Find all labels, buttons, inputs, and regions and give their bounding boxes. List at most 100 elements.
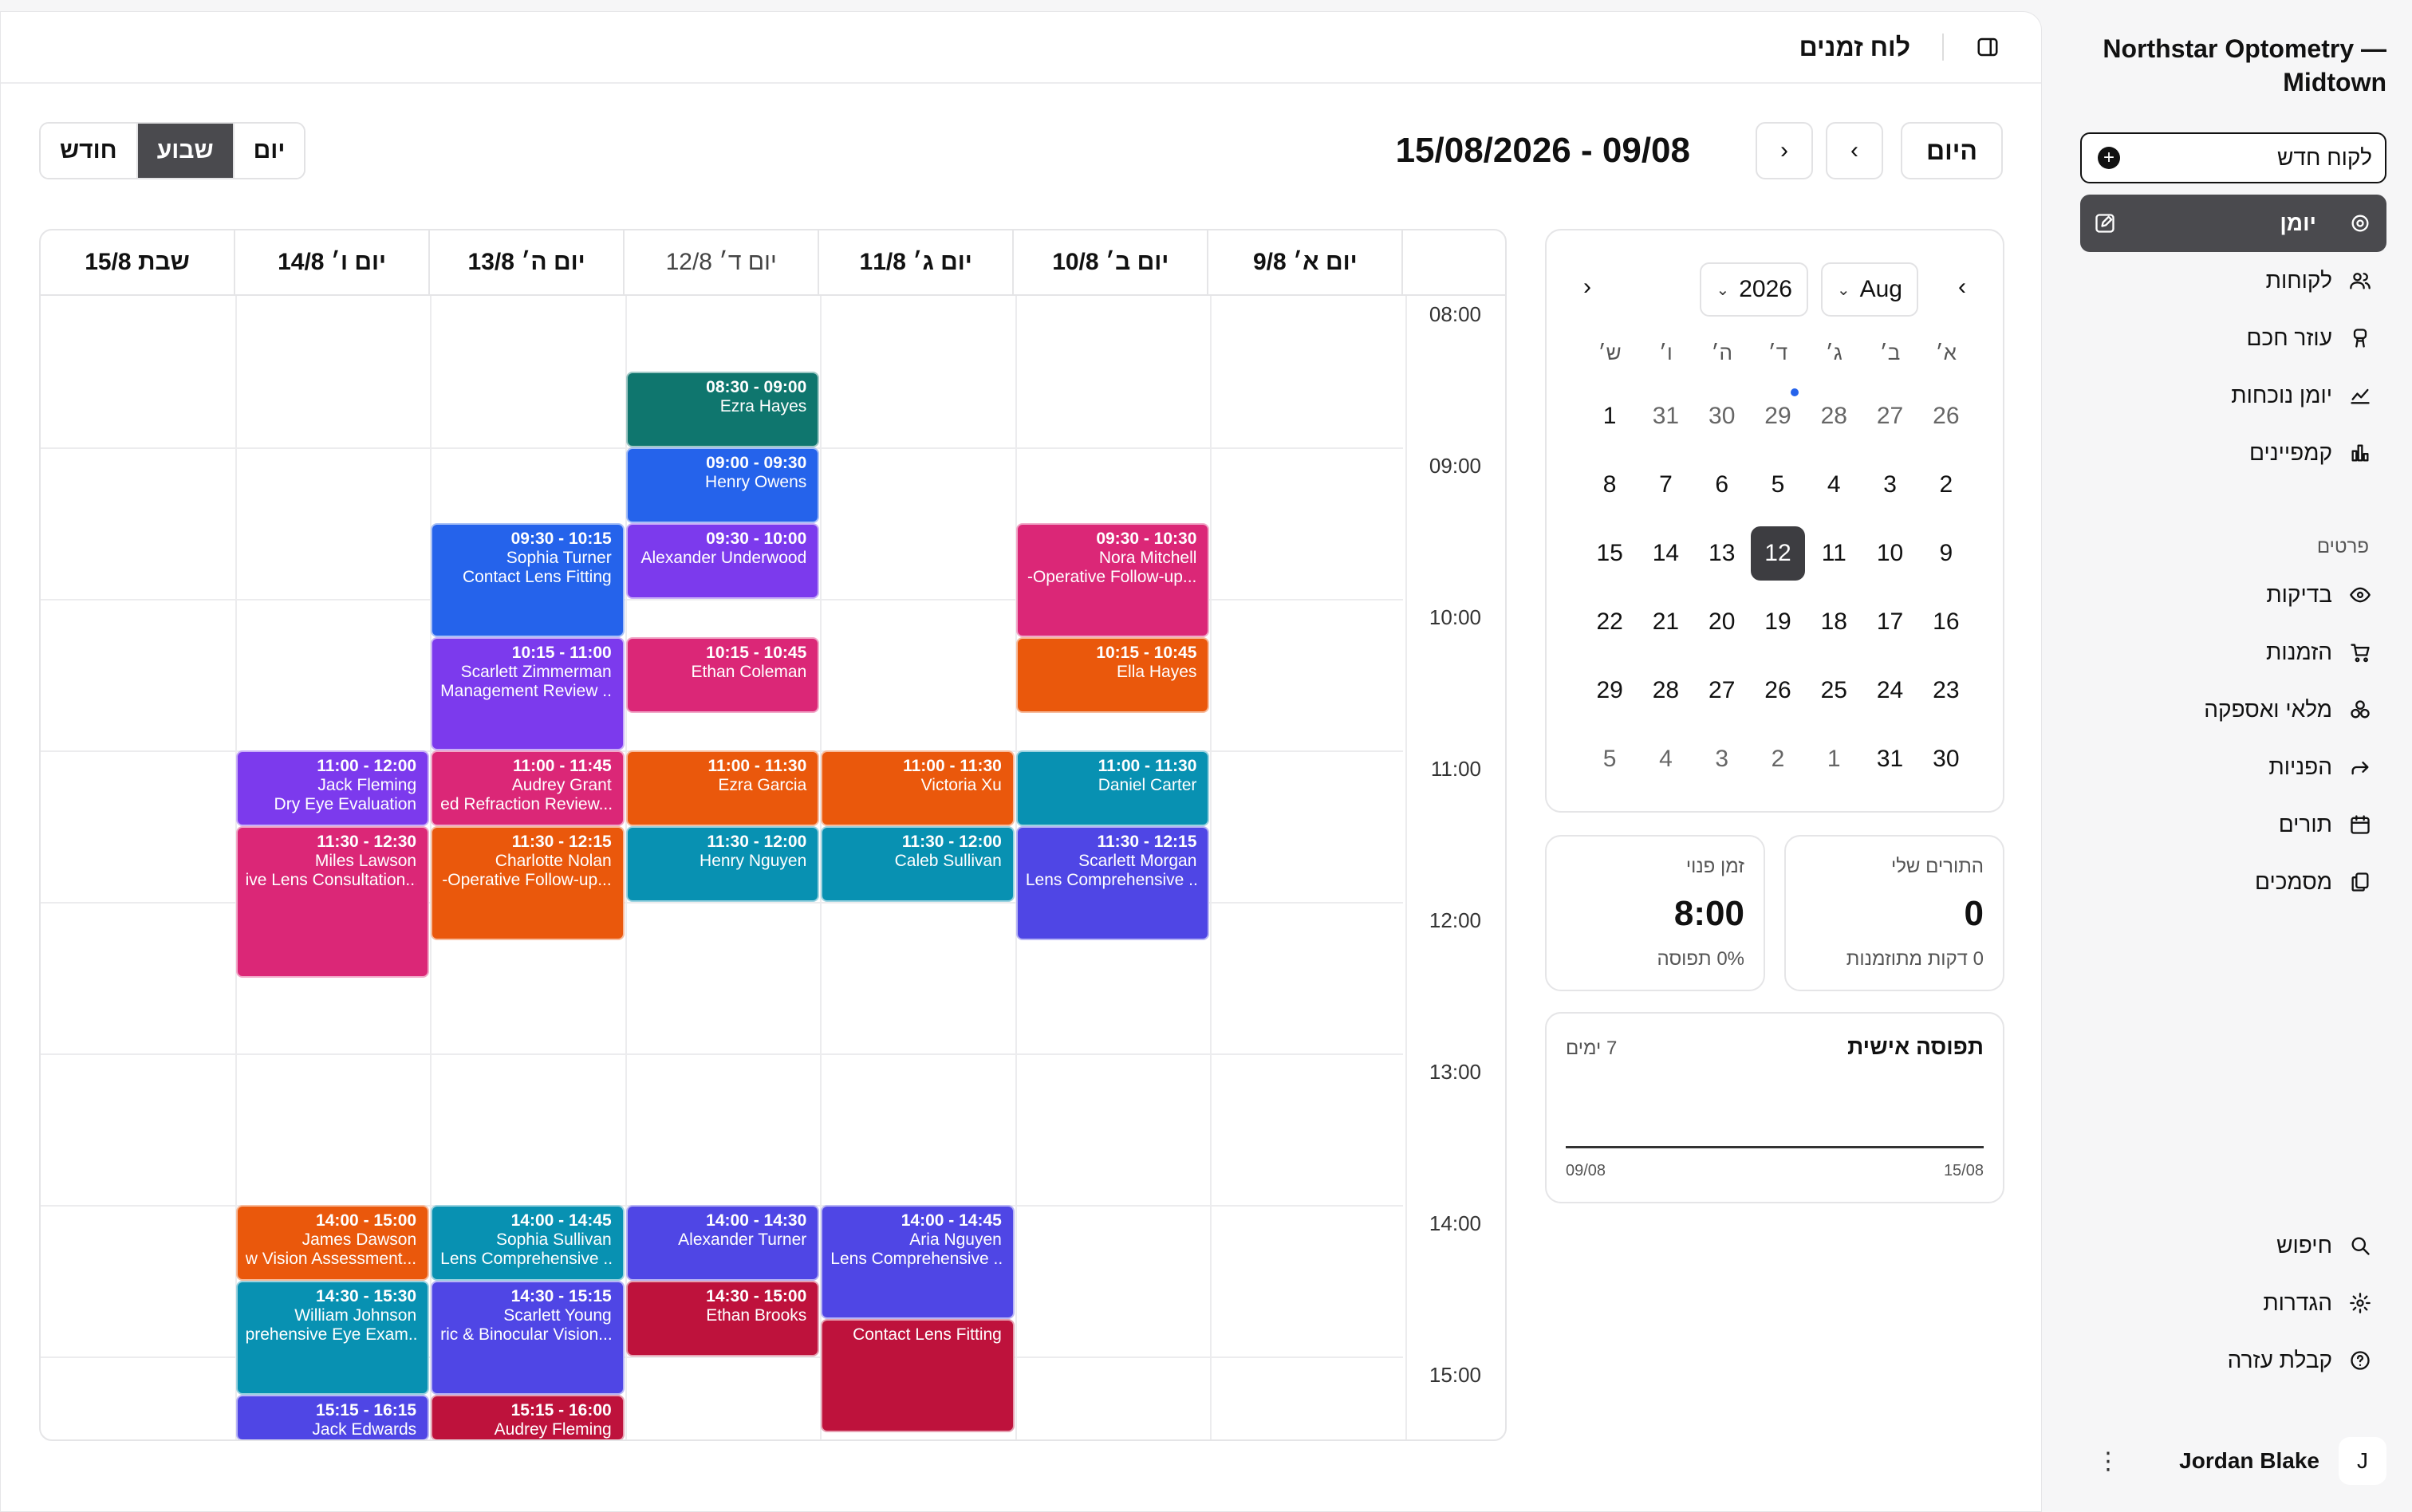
sidebar-item-eye[interactable]: בדיקות	[2080, 566, 2386, 624]
mini-calendar-day[interactable]: 20	[1694, 588, 1750, 656]
appointment-block[interactable]: 14:30 - 15:00 Ethan Brooks	[625, 1281, 820, 1356]
appointment-block[interactable]: 10:15 - 10:45 Ella Hayes	[1015, 636, 1210, 713]
mini-calendar-day[interactable]: 29	[1750, 382, 1806, 451]
appointment-block[interactable]: 14:00 - 15:00 James Dawson w Vision Assess…	[235, 1205, 430, 1281]
view-month-button[interactable]: חודש	[41, 124, 138, 178]
mini-calendar-day[interactable]: 1	[1806, 725, 1862, 793]
mini-calendar-day[interactable]: 17	[1862, 588, 1917, 656]
prev-week-button[interactable]: ‹	[1756, 122, 1813, 179]
mini-calendar-day[interactable]: 24	[1862, 656, 1917, 725]
sidebar-item-users[interactable]: לקוחות	[2080, 252, 2386, 309]
day-header[interactable]: יום א׳ 9/8	[1208, 230, 1404, 294]
mini-calendar-day[interactable]: 29	[1582, 656, 1638, 725]
appointment-block[interactable]: 09:30 - 10:00 Alexander Underwood	[625, 523, 820, 599]
appointment-block[interactable]: 08:30 - 09:00 Ezra Hayes	[625, 372, 820, 447]
next-week-button[interactable]: ›	[1826, 122, 1883, 179]
mini-calendar-day[interactable]: 3	[1694, 725, 1750, 793]
mini-calendar-day[interactable]: 4	[1806, 451, 1862, 519]
mini-prev-month-icon[interactable]: ‹	[1583, 274, 1591, 301]
day-header[interactable]: יום ג׳ 11/8	[819, 230, 1015, 294]
mini-calendar-day[interactable]: 27	[1694, 656, 1750, 725]
mini-calendar-day[interactable]: 15	[1582, 519, 1638, 588]
appointment-block[interactable]: 09:00 - 09:30 Henry Owens	[625, 447, 820, 523]
sidebar-item-edit[interactable]: יומן	[2080, 195, 2386, 252]
sidebar-item-documents[interactable]: מסמכים	[2080, 853, 2386, 911]
mini-next-month-icon[interactable]: ›	[1958, 274, 1966, 301]
mini-calendar-day[interactable]: 31	[1638, 382, 1693, 451]
mini-calendar-day[interactable]: 14	[1638, 519, 1693, 588]
appointment-block[interactable]: 11:00 - 11:30 Daniel Carter	[1015, 750, 1210, 826]
mini-calendar-day[interactable]: 21	[1638, 588, 1693, 656]
mini-calendar-day-selected[interactable]: 12	[1750, 519, 1806, 588]
sidebar-item-robot[interactable]: עוזר חכם	[2080, 309, 2386, 367]
mini-calendar-day[interactable]: 5	[1582, 725, 1638, 793]
appointment-block[interactable]: 10:15 - 10:45 Ethan Coleman	[625, 636, 820, 713]
mini-calendar-day[interactable]: 27	[1862, 382, 1917, 451]
appointment-block[interactable]: 14:00 - 14:30 Alexander Turner	[625, 1205, 820, 1281]
mini-calendar-day[interactable]: 7	[1638, 451, 1693, 519]
appointment-block[interactable]: 14:00 - 14:45 Sophia Sullivan Lens Compreh…	[431, 1205, 625, 1281]
appointment-block[interactable]: 15:15 - 16:00 Audrey Fleming	[431, 1394, 625, 1439]
day-header[interactable]: יום ה׳ 13/8	[430, 230, 625, 294]
appointment-block[interactable]: 10:15 - 11:00 Scarlett Zimmerman Managemen…	[431, 636, 625, 750]
sidebar-item-forward[interactable]: הפניות	[2080, 738, 2386, 796]
mini-calendar-day[interactable]: 3	[1862, 451, 1917, 519]
mini-calendar-day[interactable]: 6	[1694, 451, 1750, 519]
sidebar-item-search[interactable]: חיפוש	[2080, 1217, 2386, 1274]
mini-calendar-day[interactable]: 30	[1918, 725, 1974, 793]
view-week-button[interactable]: שבוע	[137, 124, 235, 178]
mini-calendar-day[interactable]: 25	[1806, 656, 1862, 725]
month-select[interactable]: ⌄ Aug	[1820, 262, 1918, 317]
day-header[interactable]: יום ו׳ 14/8	[235, 230, 431, 294]
appointment-block[interactable]: 15:15 - 16:15 Jack Edwards	[235, 1394, 430, 1439]
appointment-block[interactable]: 11:30 - 12:15 Scarlett Morgan Lens Compreh…	[1015, 826, 1210, 940]
mini-calendar-day[interactable]: 1	[1582, 382, 1638, 451]
user-menu[interactable]: J Jordan Blake ⋮	[2080, 1432, 2386, 1490]
mini-calendar-day[interactable]: 23	[1918, 656, 1974, 725]
appointment-block[interactable]: Contact Lens Fitting	[821, 1318, 1015, 1432]
sidebar-item-cart[interactable]: הזמנות	[2080, 624, 2386, 681]
mini-calendar-day[interactable]: 13	[1694, 519, 1750, 588]
day-header[interactable]: יום ד׳ 12/8	[625, 230, 820, 294]
mini-calendar-day[interactable]: 9	[1918, 519, 1974, 588]
day-header[interactable]: יום ב׳ 10/8	[1014, 230, 1209, 294]
mini-calendar-day[interactable]: 28	[1806, 382, 1862, 451]
mini-calendar-day[interactable]: 16	[1918, 588, 1974, 656]
appointment-block[interactable]: 14:30 - 15:15 Scarlett Young ric & Binocul…	[431, 1281, 625, 1395]
appointment-block[interactable]: 11:30 - 12:00 Henry Nguyen	[625, 826, 820, 902]
mini-calendar-day[interactable]: 4	[1638, 725, 1693, 793]
sidebar-item-chart-line[interactable]: יומן נוכחות	[2080, 367, 2386, 424]
today-button[interactable]: היום	[1901, 122, 2003, 179]
mini-calendar-day[interactable]: 8	[1582, 451, 1638, 519]
mini-calendar-day[interactable]: 2	[1750, 725, 1806, 793]
mini-calendar-day[interactable]: 28	[1638, 656, 1693, 725]
appointment-block[interactable]: 11:00 - 11:45 Audrey Grant ed Refraction R…	[431, 750, 625, 826]
appointment-block[interactable]: 11:00 - 12:00 Jack Fleming Dry Eye Evaluat…	[235, 750, 430, 826]
mini-calendar-day[interactable]: 26	[1918, 382, 1974, 451]
sidebar-item-gear[interactable]: הגדרות	[2080, 1274, 2386, 1332]
sidebar-item-calendar[interactable]: תורים	[2080, 796, 2386, 853]
mini-calendar-day[interactable]: 22	[1582, 588, 1638, 656]
mini-calendar-day[interactable]: 2	[1918, 451, 1974, 519]
appointment-block[interactable]: 09:30 - 10:15 Sophia Turner Contact Lens F…	[431, 523, 625, 637]
appointment-block[interactable]: 11:30 - 12:15 Charlotte Nolan -Operative F…	[431, 826, 625, 940]
appointment-block[interactable]: 11:30 - 12:30 Miles Lawson ive Lens Consul…	[235, 826, 430, 978]
appointment-block[interactable]: 14:30 - 15:30 William Johnson prehensive E…	[235, 1281, 430, 1395]
mini-calendar-day[interactable]: 5	[1750, 451, 1806, 519]
mini-calendar-day[interactable]: 10	[1862, 519, 1917, 588]
year-select[interactable]: ⌄ 2026	[1700, 262, 1808, 317]
sidebar-item-boxes[interactable]: מלאי ואספקה	[2080, 681, 2386, 738]
mini-calendar-day[interactable]: 18	[1806, 588, 1862, 656]
appointment-block[interactable]: 11:00 - 11:30 Ezra Garcia	[625, 750, 820, 826]
mini-calendar-day[interactable]: 19	[1750, 588, 1806, 656]
day-header[interactable]: שבת 15/8	[41, 230, 236, 294]
more-vertical-icon[interactable]: ⋮	[2080, 1447, 2120, 1475]
appointment-block[interactable]: 09:30 - 10:30 Nora Mitchell -Operative Fol…	[1015, 523, 1210, 637]
mini-calendar-day[interactable]: 26	[1750, 656, 1806, 725]
sidebar-item-bar-chart[interactable]: קמפיינים	[2080, 424, 2386, 482]
sidebar-item-help[interactable]: קבלת עזרה	[2080, 1332, 2386, 1389]
view-day-button[interactable]: יום	[234, 124, 305, 178]
mini-calendar-day[interactable]: 31	[1862, 725, 1917, 793]
mini-calendar-day[interactable]: 11	[1806, 519, 1862, 588]
appointment-block[interactable]: 11:30 - 12:00 Caleb Sullivan	[821, 826, 1015, 902]
